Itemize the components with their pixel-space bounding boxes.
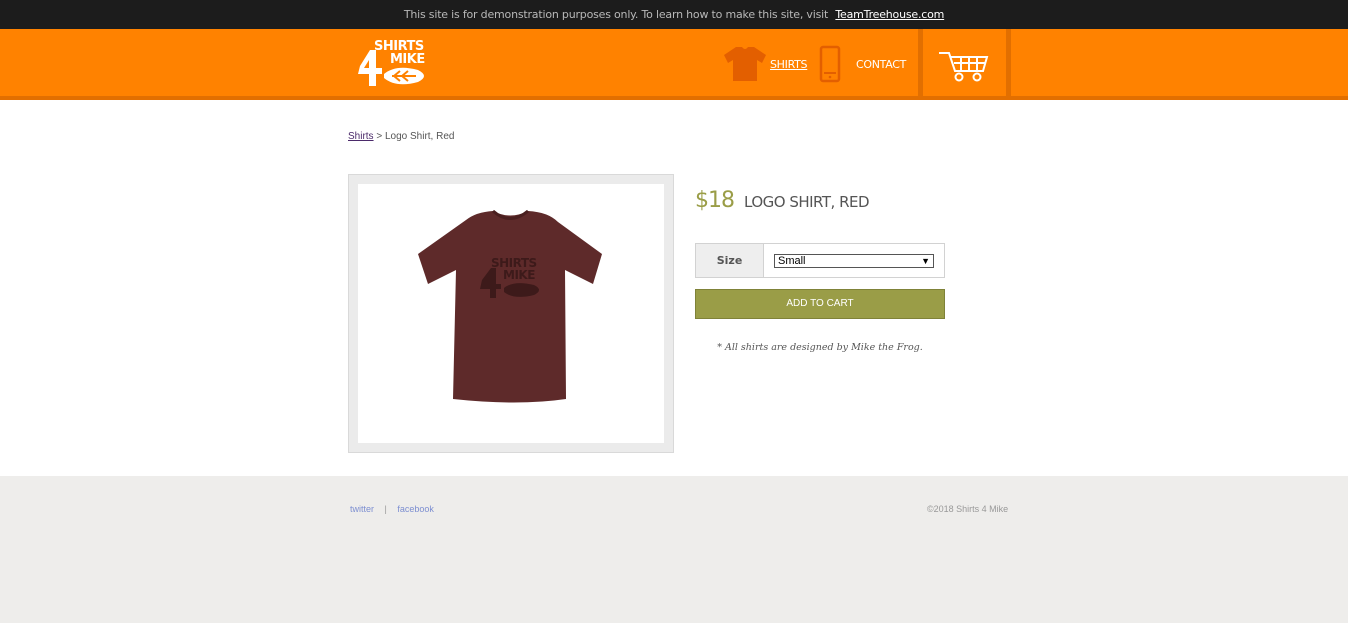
tshirt-product-image: SHIRTS MIKE	[418, 209, 602, 403]
social-links: twitter | facebook	[350, 504, 434, 514]
breadcrumb-separator: >	[376, 131, 383, 142]
nav-shirts[interactable]: SHIRTS	[722, 45, 808, 83]
shirt-logo-mid: MIKE	[503, 268, 535, 282]
twitter-link[interactable]: twitter	[350, 504, 374, 514]
treehouse-link[interactable]: TeamTreehouse.com	[835, 8, 944, 21]
cart-area[interactable]	[918, 29, 1011, 96]
size-select-value: Small	[778, 254, 806, 267]
nav-contact[interactable]: CONTACT	[819, 45, 906, 83]
product-name: LOGO SHIRT, RED	[744, 193, 870, 211]
main-content: Shirts > Logo Shirt, Red SHIRTS MIKE $18…	[0, 100, 1348, 476]
facebook-link[interactable]: facebook	[397, 504, 434, 514]
cart-icon[interactable]	[937, 47, 991, 83]
size-cell: Small ▼	[764, 244, 944, 277]
demo-banner: This site is for demonstration purposes …	[0, 0, 1348, 29]
product-details: $18 LOGO SHIRT, RED Size Small ▼ ADD TO …	[695, 188, 945, 353]
shirts-4-mike-logo[interactable]: SHIRTS MIKE	[356, 36, 438, 90]
demo-banner-text: This site is for demonstration purposes …	[403, 8, 829, 21]
nav-shirts-label[interactable]: SHIRTS	[770, 58, 808, 71]
svg-text:MIKE: MIKE	[390, 52, 425, 67]
breadcrumb-current: Logo Shirt, Red	[384, 131, 455, 142]
product-photo-frame: SHIRTS MIKE	[348, 174, 674, 453]
price-line: $18 LOGO SHIRT, RED	[695, 188, 945, 213]
size-label: Size	[696, 244, 764, 277]
designer-note: * All shirts are designed by Mike the Fr…	[717, 342, 923, 353]
chevron-down-icon: ▼	[921, 255, 930, 266]
site-header: SHIRTS MIKE SHIRTS CONTACT	[0, 29, 1348, 100]
size-select[interactable]: Small ▼	[774, 253, 934, 268]
add-to-cart-button[interactable]: ADD TO CART	[695, 289, 945, 319]
product-photo: SHIRTS MIKE	[358, 184, 664, 443]
size-row: Size Small ▼	[695, 243, 945, 278]
phone-icon	[819, 45, 841, 83]
tshirt-icon	[724, 47, 766, 81]
product-price: $18	[695, 188, 735, 213]
breadcrumb: Shirts > Logo Shirt, Red	[348, 131, 454, 142]
breadcrumb-shirts-link[interactable]: Shirts	[348, 131, 374, 142]
copyright: ©2018 Shirts 4 Mike	[927, 504, 1009, 514]
nav-contact-label[interactable]: CONTACT	[856, 58, 906, 71]
footer-separator: |	[384, 504, 387, 514]
